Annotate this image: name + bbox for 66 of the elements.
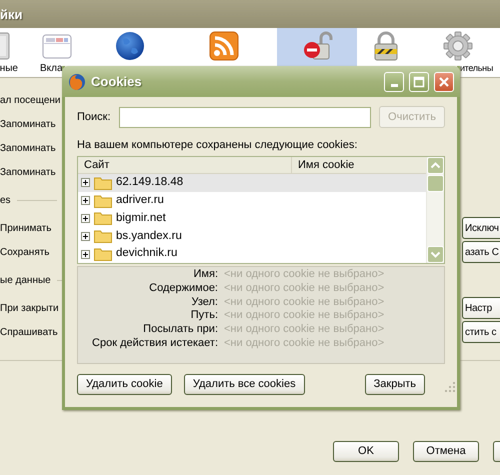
- option-label: Принимать: [0, 222, 52, 236]
- detail-value: <ни одного cookie не выбрано>: [224, 282, 386, 296]
- maximize-button[interactable]: [409, 72, 429, 92]
- expand-icon[interactable]: [81, 232, 90, 241]
- browser-logo-icon: [68, 72, 86, 90]
- folder-icon: [94, 229, 112, 244]
- side-button[interactable]: азать С: [462, 241, 500, 263]
- dialog-button[interactable]: Закрыть: [364, 374, 425, 395]
- detail-label: Содержимое:: [148, 282, 218, 296]
- globe-icon: [114, 30, 146, 62]
- dialog-button[interactable]: Отмена: [413, 441, 479, 462]
- detail-value: <ни одного cookie не выбрано>: [224, 336, 386, 351]
- tree-row[interactable]: bs.yandex.ru: [78, 227, 426, 246]
- detail-label: Посылать при:: [142, 323, 218, 337]
- option-label: ал посещени: [0, 94, 60, 108]
- column-header[interactable]: Имя cookie: [292, 157, 354, 173]
- dialog-button[interactable]: OK: [333, 441, 399, 462]
- detail-label: Имя:: [192, 268, 218, 282]
- option-label: Запоминать: [0, 166, 56, 180]
- side-button[interactable]: стить с: [462, 321, 500, 343]
- column-header[interactable]: Сайт: [78, 157, 292, 173]
- expand-icon[interactable]: [81, 250, 90, 259]
- detail-value: <ни одного cookie не выбрано>: [224, 323, 386, 337]
- side-button[interactable]: Исключ: [462, 217, 500, 239]
- resize-grip-icon[interactable]: [445, 382, 455, 392]
- folder-icon: [94, 211, 112, 226]
- dialog-button[interactable]: Удалить все cookies: [184, 374, 305, 395]
- option-label: При закрыти: [0, 302, 59, 316]
- padlock-icon: [301, 30, 333, 62]
- toolbar-tab[interactable]: ные: [0, 28, 24, 77]
- option-label: Запоминать: [0, 118, 56, 132]
- expand-icon[interactable]: [81, 196, 90, 206]
- detail-label: Срок действия истекает:: [91, 336, 218, 351]
- expand-icon[interactable]: [81, 214, 90, 223]
- folder-icon: [94, 247, 112, 262]
- option-label: Запоминать: [0, 142, 56, 156]
- option-label: Спрашивать: [0, 326, 58, 340]
- window-title: йки: [0, 0, 500, 28]
- detail-value: <ни одного cookie не выбрано>: [224, 268, 386, 282]
- scroll-up-button[interactable]: [427, 157, 444, 174]
- minimize-button[interactable]: [384, 72, 404, 92]
- close-button[interactable]: [434, 72, 454, 92]
- detail-value: <ни одного cookie не выбрано>: [224, 296, 386, 310]
- minimize-icon: [390, 84, 398, 87]
- scroll-thumb[interactable]: [427, 175, 444, 192]
- tree-row[interactable]: 62.149.18.48: [78, 174, 426, 192]
- search-label: Поиск:: [77, 110, 111, 125]
- option-label: Сохранять: [0, 246, 50, 260]
- expand-icon[interactable]: [81, 178, 90, 188]
- group-heading: ые данные: [0, 274, 51, 288]
- dialog-button[interactable]: Удалить cookie: [77, 374, 172, 395]
- close-icon: [438, 76, 450, 88]
- scroll-down-button[interactable]: [427, 246, 444, 263]
- tree-row[interactable]: adriver.ru: [78, 192, 426, 210]
- detail-label: Путь:: [190, 309, 218, 324]
- detail-value: <ни одного cookie не выбрано>: [224, 309, 386, 324]
- maximize-icon: [413, 76, 425, 88]
- intro-text: На вашем компьютере сохранены следующие cookies:: [77, 138, 358, 152]
- dialog-title: Cookies: [91, 72, 142, 91]
- dialog-button[interactable]: [493, 441, 500, 462]
- search-field[interactable]: [118, 106, 371, 128]
- tree-row[interactable]: devichnik.ru: [78, 245, 426, 263]
- tree-row[interactable]: bigmir.net: [78, 210, 426, 228]
- side-button[interactable]: Настр: [462, 297, 500, 319]
- detail-label: Узел:: [190, 296, 218, 310]
- group-heading: es: [0, 194, 11, 208]
